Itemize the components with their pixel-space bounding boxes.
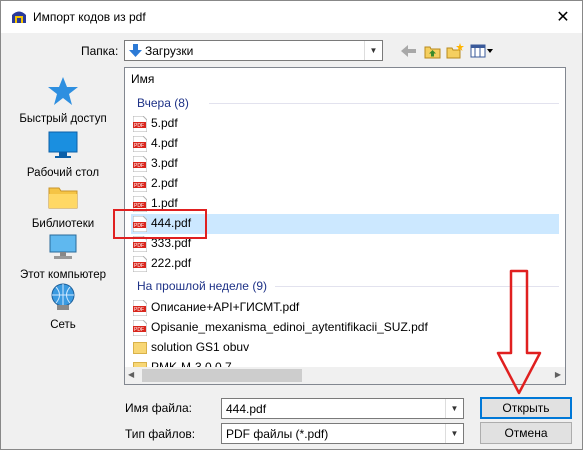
scrollbar-thumb[interactable] — [142, 369, 302, 382]
chevron-down-icon: ▼ — [445, 424, 463, 443]
pdf-file-icon: PDF — [133, 320, 147, 336]
filename-label: Имя файла: — [125, 401, 192, 415]
svg-text:PDF: PDF — [134, 307, 144, 313]
svg-text:PDF: PDF — [134, 163, 144, 169]
desktop-icon — [48, 131, 78, 158]
group-title[interactable]: На прошлой неделе (9) — [137, 279, 267, 293]
filetype-value: PDF файлы (*.pdf) — [226, 427, 329, 441]
pdf-file-icon: PDF — [133, 116, 147, 132]
place-label: Этот компьютер — [20, 269, 106, 281]
svg-text:PDF: PDF — [134, 263, 144, 269]
close-icon: ✕ — [556, 9, 570, 26]
list-item[interactable]: PDF 3.pdf — [131, 154, 559, 174]
place-desktop[interactable]: Рабочий стол — [13, 129, 113, 179]
filetype-label: Тип файлов: — [125, 427, 196, 441]
column-header-name[interactable]: Имя — [131, 72, 154, 86]
list-item[interactable]: PDF 2.pdf — [131, 174, 559, 194]
file-name: 3.pdf — [151, 156, 178, 170]
new-folder-button[interactable] — [445, 41, 465, 61]
pdf-file-icon: PDF — [133, 156, 147, 172]
new-folder-icon — [446, 43, 464, 59]
svg-text:PDF: PDF — [134, 143, 144, 149]
file-name: 222.pdf — [151, 256, 192, 270]
scroll-right-icon[interactable]: ▶ — [555, 370, 561, 379]
cancel-button[interactable]: Отмена — [480, 422, 572, 444]
pdf-file-icon: PDF — [133, 176, 147, 192]
scroll-left-icon[interactable]: ◀ — [128, 370, 134, 379]
open-button[interactable]: Открыть — [480, 397, 572, 419]
place-network[interactable]: Сеть — [13, 281, 113, 331]
open-button-label: Открыть — [502, 401, 550, 415]
folder-dropdown[interactable]: Загрузки ▼ — [124, 40, 383, 61]
place-label: Быстрый доступ — [19, 113, 107, 125]
file-name: 2.pdf — [151, 176, 178, 190]
place-quick-access[interactable]: Быстрый доступ — [13, 75, 113, 125]
filetype-dropdown[interactable]: PDF файлы (*.pdf) ▼ — [221, 423, 464, 444]
chevron-down-icon: ▼ — [364, 41, 382, 60]
pdf-file-icon: PDF — [133, 136, 147, 152]
file-name: 4.pdf — [151, 136, 178, 150]
back-arrow-icon — [401, 45, 416, 57]
svg-text:PDF: PDF — [134, 123, 144, 129]
svg-text:PDF: PDF — [134, 243, 144, 249]
app-icon — [12, 11, 26, 23]
file-name: 1.pdf — [151, 196, 178, 210]
svg-text:PDF: PDF — [134, 183, 144, 189]
computer-icon — [49, 234, 77, 259]
file-name: 5.pdf — [151, 116, 178, 130]
annotation-highlight-box — [113, 209, 207, 239]
up-folder-button[interactable] — [422, 41, 442, 61]
place-label: Сеть — [50, 319, 76, 331]
filename-value: 444.pdf — [226, 402, 267, 416]
chevron-down-icon[interactable]: ▼ — [445, 399, 463, 418]
file-name: Opisanie_mexanisma_edinoi_aytentifikacii… — [151, 320, 428, 334]
back-button[interactable] — [399, 41, 419, 61]
list-item[interactable]: PDF 5.pdf — [131, 114, 559, 134]
file-name: solution GS1 obuv — [151, 340, 250, 354]
libraries-icon — [48, 187, 78, 209]
folder-value: Загрузки — [145, 44, 194, 58]
place-label: Библиотеки — [31, 218, 95, 230]
folder-label: Папка: — [81, 44, 119, 58]
group-title[interactable]: Вчера (8) — [137, 96, 189, 110]
annotation-arrow-icon — [496, 269, 542, 395]
list-item[interactable]: PDF 4.pdf — [131, 134, 559, 154]
pdf-file-icon: PDF — [133, 300, 147, 316]
svg-text:PDF: PDF — [134, 327, 144, 333]
view-menu-icon — [470, 44, 493, 58]
title-bar: Импорт кодов из pdf ✕ — [1, 1, 582, 33]
pdf-file-icon: PDF — [133, 256, 147, 272]
view-menu-button[interactable] — [468, 41, 496, 61]
up-folder-icon — [424, 46, 440, 58]
close-button[interactable]: ✕ — [548, 5, 578, 29]
file-open-dialog: Импорт кодов из pdf ✕ Папка: Загрузки ▼ — [0, 0, 583, 450]
filename-input[interactable]: 444.pdf ▼ — [221, 398, 464, 419]
place-label: Рабочий стол — [26, 167, 100, 179]
folder-icon — [133, 342, 147, 354]
network-icon — [51, 283, 75, 310]
file-name: Описание+API+ГИСМТ.pdf — [151, 300, 300, 314]
downloads-arrow-icon — [129, 44, 142, 57]
group-divider — [209, 103, 559, 104]
star-icon — [48, 77, 78, 105]
place-this-pc[interactable]: Этот компьютер — [13, 231, 113, 281]
cancel-button-label: Отмена — [504, 426, 548, 440]
window-title: Импорт кодов из pdf — [33, 10, 146, 24]
place-libraries[interactable]: Библиотеки — [13, 180, 113, 230]
